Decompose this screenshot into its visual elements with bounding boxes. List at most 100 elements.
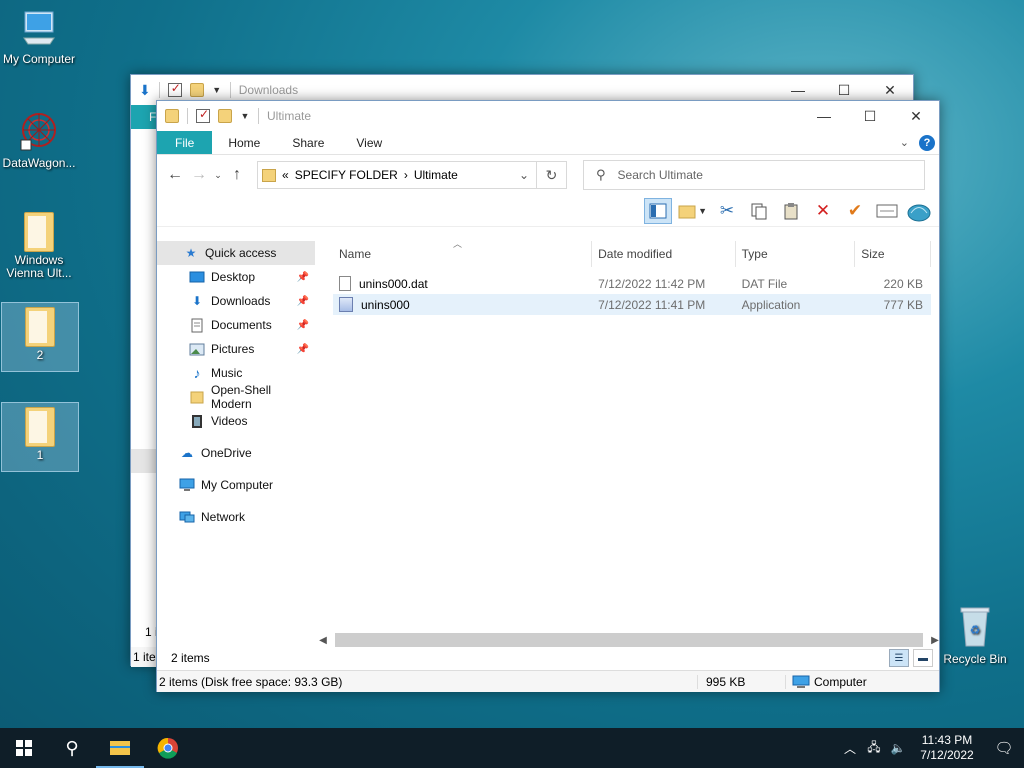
shell-icon[interactable] — [905, 198, 933, 224]
tab-view[interactable]: View — [340, 131, 398, 154]
file-date: 7/12/2022 11:41 PM — [598, 297, 706, 312]
help-icon[interactable]: ? — [919, 134, 935, 151]
item-count: 2 items — [171, 651, 210, 665]
computer-icon — [792, 675, 810, 688]
nav-onedrive[interactable]: ☁ OneDrive — [157, 441, 315, 465]
search-input[interactable]: ⚲ Search Ultimate — [583, 160, 925, 190]
properties-icon[interactable] — [873, 198, 901, 224]
address-overflow[interactable]: « — [282, 168, 289, 182]
status-size: 995 KB — [697, 674, 785, 689]
volume-icon[interactable]: 🔈 — [886, 741, 910, 755]
address-bar[interactable]: « SPECIFY FOLDER › Ultimate ⌄ — [257, 161, 537, 189]
table-row[interactable]: unins000 7/12/2022 11:41 PM Application … — [333, 294, 931, 315]
notifications-icon[interactable]: 🗨 — [984, 728, 1024, 768]
file-name: unins000 — [361, 297, 410, 312]
properties-icon[interactable] — [167, 81, 182, 97]
search-placeholder: Search Ultimate — [617, 168, 703, 182]
clock[interactable]: 11:43 PM 7/12/2022 — [910, 733, 984, 763]
tab-share[interactable]: Share — [276, 131, 340, 154]
breadcrumb-ultimate[interactable]: Ultimate — [414, 168, 458, 182]
nav-label: Downloads — [211, 294, 271, 308]
chevron-down-icon[interactable]: ▼ — [240, 111, 250, 121]
details-view-icon[interactable]: ☰ — [889, 649, 909, 667]
up-button[interactable]: ↑ — [225, 166, 249, 184]
breadcrumb-specify-folder[interactable]: SPECIFY FOLDER — [295, 168, 398, 182]
ribbon-file-tab[interactable]: F — [131, 105, 157, 129]
window-title: Downloads — [238, 83, 299, 97]
nav-quick-access[interactable]: ★ Quick access — [157, 241, 315, 265]
large-icons-view-icon[interactable]: ▬ — [913, 649, 933, 667]
nav-my-computer[interactable]: My Computer — [157, 473, 315, 497]
column-name[interactable]: Name — [333, 241, 593, 267]
recycle-bin-icon: ♻ — [960, 607, 990, 647]
search-icon[interactable]: ⚲ — [48, 728, 96, 768]
nav-network[interactable]: Network — [157, 505, 315, 529]
nav-pictures[interactable]: Pictures 📌 — [157, 337, 315, 361]
tab-home[interactable]: Home — [212, 131, 276, 154]
nav-open-shell-modern[interactable]: Open-Shell Modern — [157, 383, 315, 411]
check-icon[interactable]: ✔ — [841, 198, 869, 224]
column-type[interactable]: Type — [736, 241, 856, 267]
explorer-window[interactable]: ▼ Ultimate — ☐ ✕ File Home Share View ⌄ … — [156, 100, 940, 692]
folder-icon — [24, 212, 54, 252]
start-button[interactable] — [0, 728, 48, 768]
scroll-right-icon[interactable]: ▶ — [929, 635, 941, 646]
chevron-up-icon[interactable]: ︿ — [838, 740, 862, 757]
navigation-pane-icon[interactable] — [644, 197, 673, 224]
desktop-icon-folder-2[interactable]: 2 — [1, 302, 79, 372]
desktop-icon-label: Windows Vienna Ult... — [6, 253, 72, 280]
pictures-icon — [189, 342, 205, 356]
column-size[interactable]: Size — [855, 241, 931, 267]
desktop-icon — [189, 270, 205, 284]
pin-icon: 📌 — [296, 271, 309, 283]
nav-desktop[interactable]: Desktop 📌 — [157, 265, 315, 289]
scroll-left-icon[interactable]: ◀ — [317, 635, 329, 646]
datawagon-icon — [20, 113, 56, 151]
nav-label: Open-Shell Modern — [210, 383, 272, 411]
copy-icon[interactable] — [745, 198, 773, 224]
desktop-icon-recycle-bin[interactable]: ♻ Recycle Bin — [936, 604, 1014, 666]
desktop-icon-datawagon[interactable]: DataWagon... — [0, 108, 78, 170]
desktop-icon-windows-vienna[interactable]: Windows Vienna Ult... — [0, 208, 78, 280]
tab-file[interactable]: File — [157, 131, 213, 154]
cut-icon[interactable]: ✂ — [713, 198, 741, 224]
new-folder-icon[interactable] — [218, 109, 232, 123]
desktop-icon-folder-1[interactable]: 1 — [1, 402, 79, 472]
nav-label: Network — [201, 510, 246, 524]
folder-icon — [189, 390, 205, 404]
new-folder-icon[interactable] — [676, 198, 698, 224]
chevron-down-icon[interactable]: ⌄ — [512, 168, 536, 182]
refresh-button[interactable]: ↻ — [537, 161, 567, 189]
sort-arrow-icon: ︿ — [453, 239, 463, 249]
close-button[interactable]: ✕ — [893, 101, 939, 131]
nav-documents[interactable]: Documents 📌 — [157, 313, 315, 337]
nav-label: Pictures — [211, 342, 255, 356]
properties-icon[interactable] — [196, 107, 210, 123]
breadcrumb-separator[interactable]: › — [404, 168, 408, 182]
scroll-thumb[interactable] — [335, 633, 923, 647]
back-button[interactable]: ← — [163, 166, 187, 184]
clock-time: 11:43 PM — [921, 733, 973, 747]
column-date-modified[interactable]: Date modified — [592, 241, 736, 267]
new-folder-icon[interactable] — [189, 83, 204, 97]
recent-locations-button[interactable]: ⌄ — [211, 170, 225, 181]
file-explorer-taskbar-button[interactable] — [96, 728, 144, 768]
paste-icon[interactable] — [777, 198, 805, 224]
network-icon[interactable]: 🖧 — [862, 738, 886, 759]
window-title: Ultimate — [267, 109, 312, 123]
chevron-down-icon[interactable]: ▼ — [698, 206, 707, 216]
forward-button[interactable]: → — [187, 166, 211, 184]
nav-downloads[interactable]: ⬇ Downloads 📌 — [157, 289, 315, 313]
delete-icon[interactable]: ✕ — [809, 198, 837, 224]
desktop-icon-my-computer[interactable]: My Computer — [0, 8, 78, 66]
maximize-button[interactable]: ☐ — [847, 101, 893, 131]
command-toolbar: ▼ ✂ ✕ ✔ — [157, 195, 939, 227]
table-row[interactable]: unins000.dat 7/12/2022 11:42 PM DAT File… — [333, 273, 931, 294]
minimize-button[interactable]: — — [801, 101, 847, 131]
nav-music[interactable]: ♪ Music — [157, 361, 315, 385]
chevron-down-icon[interactable]: ▼ — [212, 85, 222, 95]
nav-videos[interactable]: Videos — [157, 409, 315, 433]
expand-ribbon-icon[interactable]: ⌄ — [900, 136, 909, 149]
desktop-icon-label: Recycle Bin — [943, 652, 1007, 666]
chrome-taskbar-button[interactable] — [144, 728, 192, 768]
